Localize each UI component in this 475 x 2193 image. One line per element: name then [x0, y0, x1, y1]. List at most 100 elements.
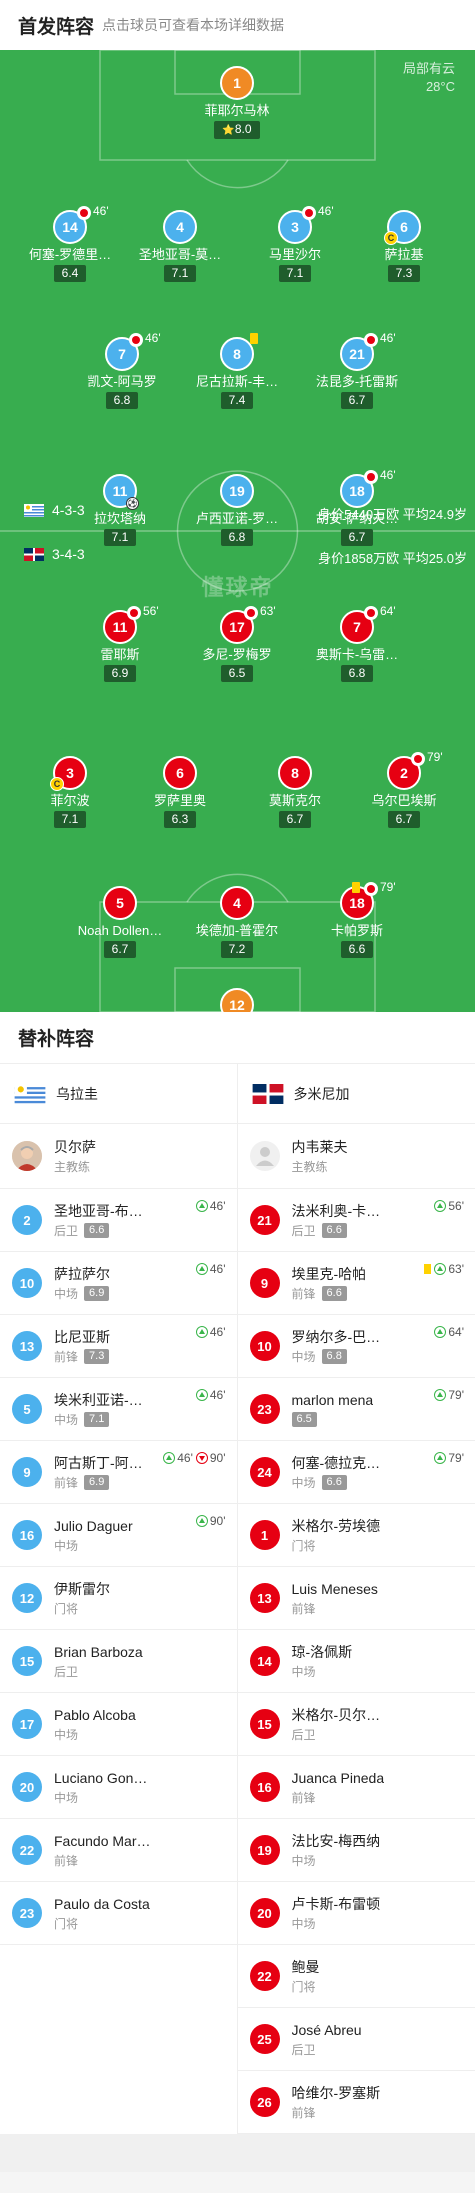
player-number: 12: [229, 997, 245, 1012]
player-number: 4: [233, 895, 241, 911]
sub-player-position: 前锋: [54, 1475, 79, 1490]
player-away-17[interactable]: 17 63' 多尼-罗梅罗 6.5: [182, 604, 292, 682]
sub-player-number: 16: [12, 1520, 42, 1550]
sub-player-row[interactable]: 15 Brian Barboza 后卫: [0, 1630, 237, 1693]
sub-player-name: Pablo Alcoba: [54, 1706, 136, 1723]
sub-in-icon: [195, 1389, 208, 1401]
player-home-11[interactable]: 11 ⚽ 拉坎塔纳 7.1: [65, 474, 175, 546]
player-away-8[interactable]: 8 莫斯克尔 6.7: [240, 756, 350, 828]
sub-in-icon: [434, 1452, 447, 1464]
sub-out-icon: [195, 1452, 208, 1464]
player-home-8[interactable]: 8 尼古拉斯-丰… 7.4: [182, 333, 292, 409]
sub-player-row[interactable]: 23 marlon mena 6.5 79': [237, 1378, 475, 1441]
sub-player-row[interactable]: 9 阿古斯丁-阿… 前锋 6.9 46' 90': [0, 1441, 237, 1504]
player-name: 何塞-罗德里…: [28, 247, 112, 262]
player-number: 7: [118, 346, 126, 362]
sub-player-row[interactable]: 2 圣地亚哥-布… 后卫 6.6 46': [0, 1189, 237, 1252]
weather-temp: 28°C: [425, 79, 455, 94]
sub-player-row[interactable]: 22 鲍曼 门将: [237, 1945, 475, 2008]
player-home-4[interactable]: 4 圣地亚哥-莫… 7.1: [125, 210, 235, 282]
sub-player-row[interactable]: 1 米格尔-劳埃德 门将: [237, 1504, 475, 1567]
player-home-1[interactable]: 1 菲耶尔马林 ⭐8.0: [182, 66, 292, 139]
captain-badge-icon: C: [384, 231, 398, 245]
sub-out-icon: [364, 606, 378, 620]
player-name: 尼古拉斯-丰…: [195, 374, 279, 389]
player-rating: 7.1: [278, 265, 312, 282]
sub-player-row[interactable]: 12 伊斯雷尔 门将: [0, 1567, 237, 1630]
sub-player-row[interactable]: 10 萨拉萨尔 中场 6.9 46': [0, 1252, 237, 1315]
sub-player-number: 21: [249, 1205, 280, 1235]
sub-player-row[interactable]: 19 法比安-梅西纳 中场: [237, 1819, 475, 1882]
rating-value: 6.7: [111, 942, 129, 956]
sub-player-row[interactable]: 13 比尼亚斯 前锋 7.3 46': [0, 1315, 237, 1378]
away-coach[interactable]: 内韦莱夫 主教练: [237, 1124, 475, 1189]
player-home-3[interactable]: 3 46' 马里沙尔 7.1: [240, 204, 350, 282]
sub-player-row[interactable]: 23 Paulo da Costa 门将: [0, 1882, 237, 1945]
sub-out-minute: 79': [380, 880, 396, 894]
sub-player-row[interactable]: 10 罗纳尔多-巴… 中场 6.8 64': [237, 1315, 475, 1378]
player-away-4[interactable]: 4 埃德加-普霍尔 7.2: [182, 886, 292, 958]
sub-player-name: 伊斯雷尔: [54, 1580, 110, 1597]
rating-value: 6.7: [286, 812, 304, 826]
sub-player-row[interactable]: 16 Juanca Pineda 前锋: [237, 1756, 475, 1819]
coach-avatar: [249, 1141, 280, 1171]
player-number-circle: 1: [220, 66, 254, 100]
sub-player-number: 20: [249, 1898, 280, 1928]
sub-out-icon: [129, 333, 143, 347]
sub-out-icon: [411, 752, 425, 766]
player-number: 21: [349, 346, 365, 362]
player-name: 乌尔巴埃斯: [371, 793, 437, 808]
player-away-2[interactable]: 2 79' 乌尔巴埃斯 6.7: [349, 750, 459, 828]
sub-player-row[interactable]: 17 Pablo Alcoba 中场: [0, 1693, 237, 1756]
player-away-6[interactable]: 6 罗萨里奥 6.3: [125, 756, 235, 828]
event-minute: 79': [448, 1451, 464, 1465]
weather-condition: 局部有云: [402, 61, 455, 76]
player-number: 18: [349, 895, 365, 911]
sub-player-row[interactable]: 5 埃米利亚诺-… 中场 7.1 46': [0, 1378, 237, 1441]
sub-player-position: 中场: [54, 1412, 79, 1427]
sub-player-row[interactable]: 14 琼-洛佩斯 中场: [237, 1630, 475, 1693]
player-away-5[interactable]: 5 Noah Dollen… 6.7: [65, 886, 175, 958]
sub-player-row[interactable]: 21 法米利奥-卡… 后卫 6.6 56': [237, 1189, 475, 1252]
sub-player-row[interactable]: 13 Luis Meneses 前锋: [237, 1567, 475, 1630]
player-home-7[interactable]: 7 46' 凯文-阿马罗 6.8: [67, 331, 177, 409]
rating-value: 6.5: [228, 666, 246, 680]
sub-player-row[interactable]: 20 Luciano Gonz… 中场: [0, 1756, 237, 1819]
sub-player-rating: 6.6: [84, 1223, 110, 1238]
player-home-6[interactable]: 6 C 萨拉基 7.3: [349, 210, 459, 282]
sub-player-row[interactable]: 25 José Abreu 后卫: [237, 2008, 475, 2071]
player-rating: 6.8: [105, 392, 139, 409]
sub-player-position: 门将: [54, 1916, 79, 1931]
sub-player-row[interactable]: 26 哈维尔-罗塞斯 前锋: [237, 2071, 475, 2134]
player-home-14[interactable]: 14 46' 何塞-罗德里… 6.4: [15, 204, 125, 282]
player-away-12[interactable]: 12哈维尔-巴尔…6.4: [182, 988, 292, 1012]
player-home-18[interactable]: 18 46' 胡安-萨纳夫… 6.7: [302, 468, 412, 546]
sub-player-row[interactable]: 15 米格尔-贝尔… 后卫: [237, 1693, 475, 1756]
sub-player-name: Luis Meneses: [291, 1580, 378, 1597]
sub-player-row[interactable]: 16 Julio Daguer 中场 90': [0, 1504, 237, 1567]
away-subs-column: 多米尼加 内韦莱夫 主教练 21 法米利奥-卡… 后卫 6.6 56' 9 埃里克-哈帕 前锋…: [237, 1064, 475, 2134]
sub-player-row[interactable]: 24 何塞-德拉克… 中场 6.6 79': [237, 1441, 475, 1504]
player-away-3[interactable]: 3 C 菲尔波 7.1: [15, 756, 125, 828]
coach-name: 内韦莱夫: [291, 1138, 348, 1155]
footer-space: [0, 2134, 475, 2172]
sub-player-row[interactable]: 20 卢卡斯-布雷顿 中场: [237, 1882, 475, 1945]
coach-role: 主教练: [291, 1159, 328, 1174]
player-away-11[interactable]: 11 56' 雷耶斯 6.9: [65, 604, 175, 682]
goal-ball-icon: ⚽: [126, 497, 139, 510]
rating-value: 6.6: [348, 942, 366, 956]
player-number: 8: [233, 346, 241, 362]
player-number-circle: 11 ⚽: [103, 474, 139, 510]
home-coach[interactable]: 贝尔萨 主教练: [0, 1124, 237, 1189]
player-number: 6: [176, 765, 184, 781]
player-rating: 6.7: [103, 941, 137, 958]
player-home-19[interactable]: 19 卢西亚诺-罗… 6.8: [182, 474, 292, 546]
player-away-7[interactable]: 7 64' 奥斯卡-乌雷… 6.8: [302, 604, 412, 682]
player-away-18[interactable]: 18 79' 卡帕罗斯 6.6: [302, 880, 412, 958]
sub-player-position: 中场: [54, 1538, 79, 1553]
sub-player-position: 后卫: [291, 1223, 316, 1238]
sub-player-row[interactable]: 9 埃里克-哈帕 前锋 6.6 63': [237, 1252, 475, 1315]
player-number-circle: 19: [220, 474, 254, 508]
player-home-21[interactable]: 21 46' 法昆多-托雷斯 6.7: [302, 331, 412, 409]
sub-player-row[interactable]: 22 Facundo Mart… 前锋: [0, 1819, 237, 1882]
